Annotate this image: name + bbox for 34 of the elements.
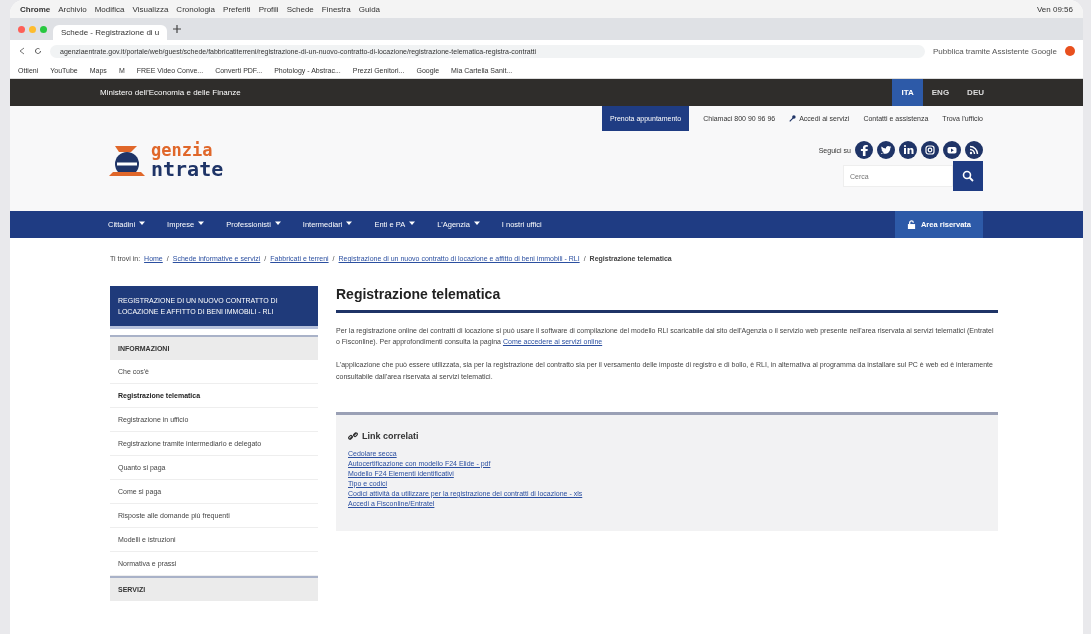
linkedin-icon[interactable]	[899, 141, 917, 159]
language-tab[interactable]: ITA	[892, 79, 923, 106]
reload-icon[interactable]	[34, 47, 42, 55]
link-icon	[348, 430, 358, 441]
search-icon	[962, 170, 974, 182]
language-tab[interactable]: ENG	[922, 79, 959, 106]
menu-item[interactable]: Cronologia	[176, 4, 216, 14]
page-title: Registrazione telematica	[336, 286, 998, 313]
back-icon[interactable]	[18, 47, 26, 55]
menu-item[interactable]: Finestra	[321, 4, 351, 14]
lock-icon	[906, 220, 916, 229]
menu-item[interactable]: Profili	[258, 4, 279, 14]
key-icon	[789, 115, 797, 122]
new-tab-icon[interactable]	[173, 25, 182, 33]
ministry-label[interactable]: Ministero dell'Economia e delle Finanze	[100, 88, 241, 97]
twitter-icon[interactable]	[877, 141, 895, 159]
address-note[interactable]: Pubblica tramite Assistente Google	[932, 46, 1057, 56]
menu-item[interactable]: Visualizza	[132, 4, 169, 14]
profile-icon[interactable]	[1065, 46, 1075, 56]
facebook-icon[interactable]	[855, 141, 873, 159]
search-button[interactable]	[953, 161, 983, 191]
menu-item[interactable]: Chrome	[20, 4, 51, 14]
instagram-icon[interactable]	[921, 141, 939, 159]
menu-item[interactable]: Archivio	[58, 4, 87, 14]
browser-tab[interactable]: Schede - Registrazione di u	[53, 25, 168, 40]
clock: Ven 09:56	[1036, 4, 1073, 14]
rss-icon[interactable]	[965, 141, 983, 159]
menu-item[interactable]: Guida	[358, 4, 381, 14]
youtube-icon[interactable]	[943, 141, 961, 159]
menu-item[interactable]: Modifica	[94, 4, 125, 14]
menu-item[interactable]: Schede	[286, 4, 314, 14]
language-tab[interactable]: DEU	[958, 79, 993, 106]
related-title: Link correlati	[362, 430, 419, 441]
menu-item[interactable]: Preferiti	[223, 4, 251, 14]
